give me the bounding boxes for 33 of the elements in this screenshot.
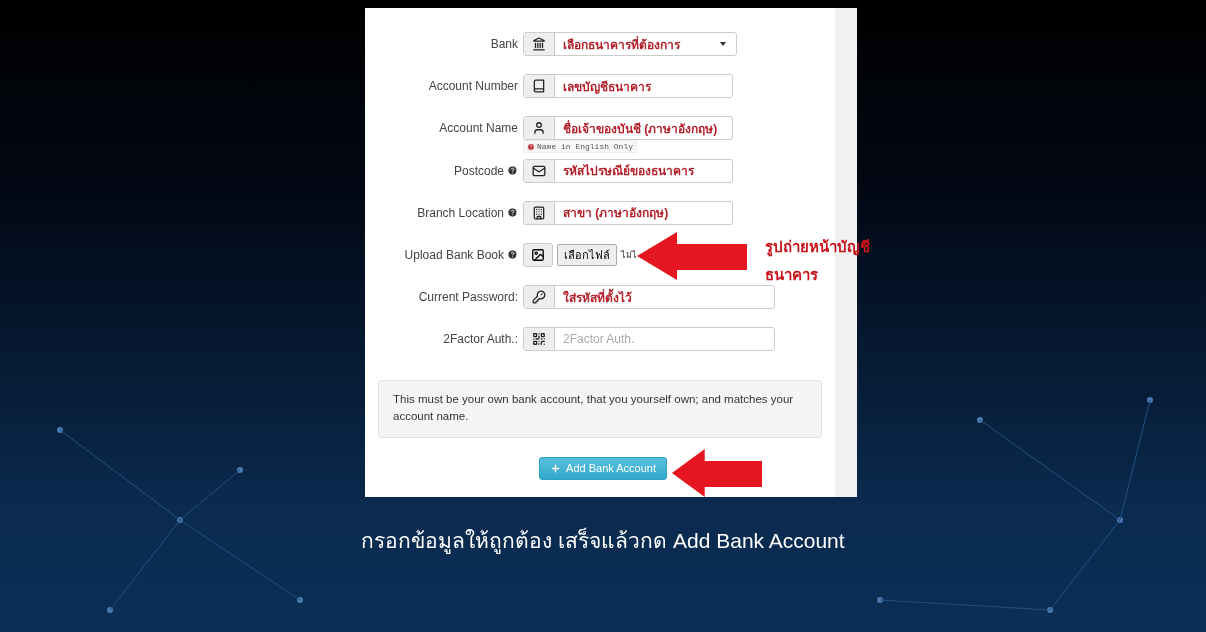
field-label: Upload Bank Book xyxy=(404,246,504,264)
annotation-text: ธนาคาร xyxy=(765,266,819,285)
field-label: Bank xyxy=(490,36,518,53)
notice-text: This must be your own bank account, that you yourself own; and matches your account name. xyxy=(378,379,822,438)
choose-file-button[interactable]: เลือกไฟล์ xyxy=(557,243,617,266)
envelope-icon xyxy=(532,163,546,178)
input-field[interactable]: ชื่อเจ้าของบันชี (ภาษาอังกฤษ) xyxy=(523,116,733,141)
picture-icon xyxy=(531,247,545,262)
field-label: Account Name xyxy=(439,120,518,138)
file-status: ไม่ไ xyxy=(621,248,637,262)
caret-icon xyxy=(720,42,726,46)
qr-code-icon xyxy=(532,332,546,347)
caption-text: กรอกข้อมูลให้ถูกต้อง เสร็จแล้วกด Add Bank Account xyxy=(361,526,845,556)
help-icon xyxy=(507,207,518,219)
bank-icon xyxy=(532,37,546,51)
help-icon xyxy=(507,165,518,177)
input-field[interactable]: สาขา (ภาษาอังกฤษ) xyxy=(523,200,733,225)
input-field[interactable]: ใส่รหัสที่ตั้งไว้ xyxy=(523,285,775,310)
input-field[interactable]: เลขบัญชีธนาคาร xyxy=(523,74,733,99)
field-hint: Name in English Only xyxy=(537,142,633,152)
field-label: Branch Location xyxy=(417,204,504,222)
key-icon xyxy=(532,290,546,305)
input-field[interactable]: รหัสไปรษณีย์ของธนาคาร xyxy=(523,158,733,183)
book-icon xyxy=(532,79,546,94)
help-icon xyxy=(507,249,518,261)
plus-icon xyxy=(550,462,562,474)
field-label: Current Password: xyxy=(418,289,518,307)
building-icon xyxy=(532,205,546,220)
field-label: Postcode xyxy=(453,162,504,180)
field-label: Account Number xyxy=(428,78,518,96)
field-label: 2Factor Auth.: xyxy=(443,331,518,349)
user-icon xyxy=(532,121,546,136)
bank-select[interactable]: เลือกธนาคารที่ต้องการ xyxy=(523,32,737,56)
